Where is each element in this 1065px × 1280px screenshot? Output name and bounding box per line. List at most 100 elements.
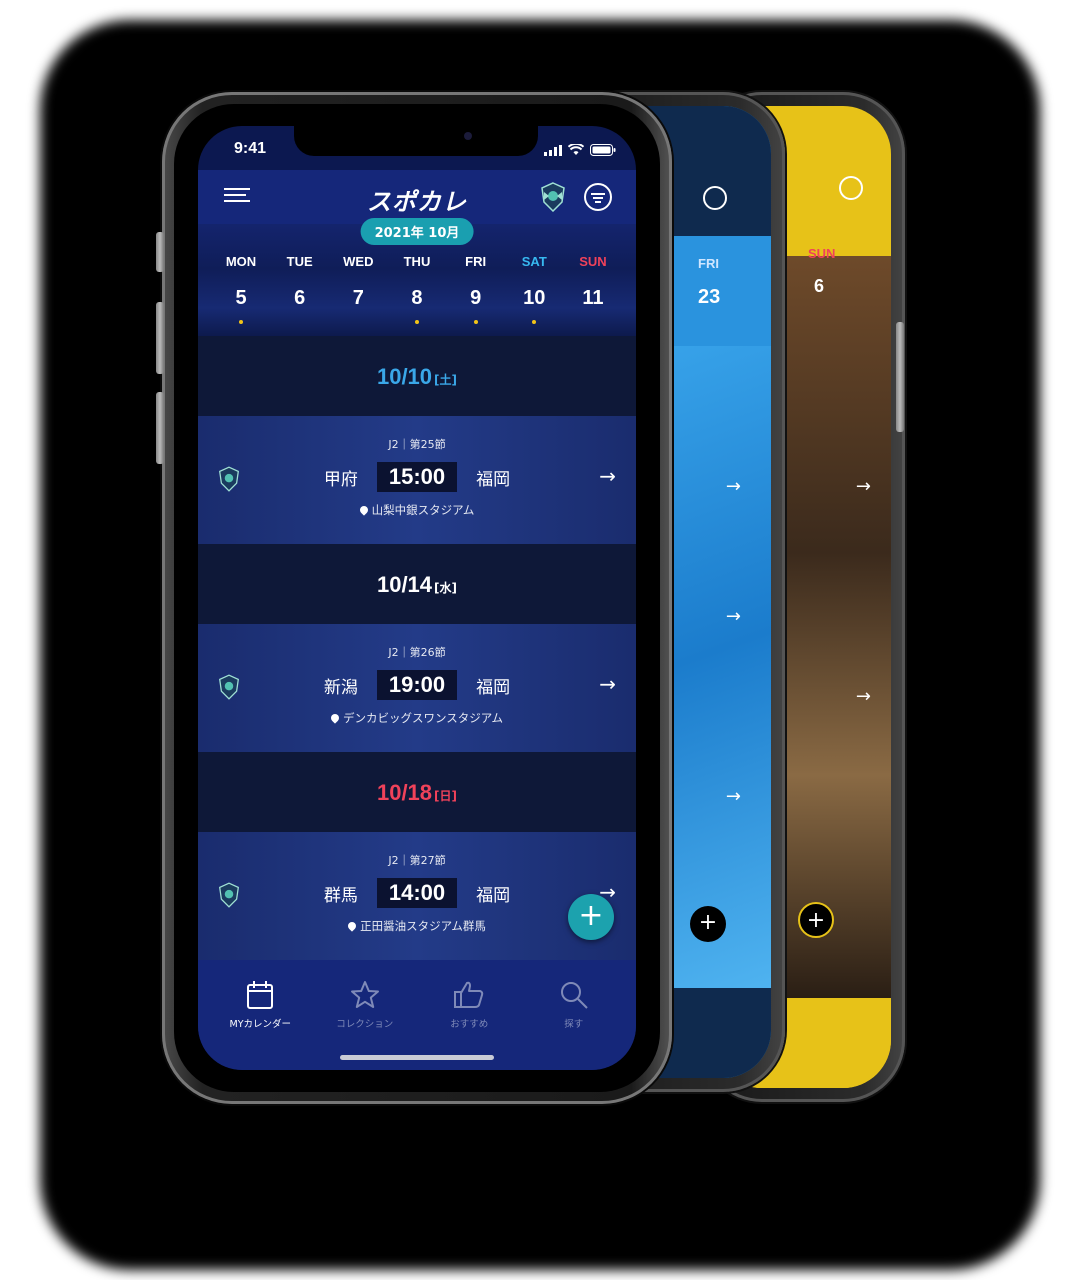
weekday-thu: THU: [403, 254, 431, 269]
tab-label: MYカレンダー: [229, 1019, 292, 1030]
date-cell[interactable]: 6: [275, 276, 325, 320]
add-button[interactable]: +: [690, 906, 726, 942]
phone-main: 9:41 スポカレ 2021年 10月 MON TUE WED THU FRI …: [156, 92, 672, 1104]
arrow-right-icon[interactable]: →: [726, 606, 741, 627]
app-logo: スポカレ: [367, 188, 467, 216]
arrow-right-icon[interactable]: →: [726, 476, 741, 497]
date-section-header: 10/18 [日]: [198, 752, 636, 832]
date-label: 23: [698, 286, 721, 308]
team-emblem-icon[interactable]: [540, 182, 566, 212]
event-dot: [532, 320, 537, 324]
wifi-icon: [568, 144, 584, 155]
home-team: 甲府: [323, 469, 358, 490]
tab-collection[interactable]: コレクション: [320, 978, 410, 1030]
weekday-sat: SAT: [521, 254, 547, 269]
tab-label: おすすめ: [450, 1019, 489, 1030]
venue-name: 山梨中銀スタジアム: [371, 503, 475, 517]
match-teams: 群馬 14:00 福岡: [198, 878, 636, 908]
kickoff-time: 15:00: [376, 462, 458, 492]
schedule-list: 10/10 [土] J2｜第25節 甲府 15:00 福岡 山梨中銀スタジアム →…: [198, 336, 636, 960]
volume-up-button: [156, 302, 164, 374]
star-icon: [350, 981, 379, 1008]
date-cell[interactable]: 7: [333, 276, 383, 320]
location-pin-icon: [346, 920, 358, 932]
home-team: 群馬: [323, 885, 358, 906]
event-dot: [239, 320, 243, 324]
tab-my-calendar[interactable]: MYカレンダー: [215, 978, 305, 1030]
weekday-label: SUN: [808, 246, 836, 261]
weekday-label: FRI: [698, 256, 719, 271]
volume-down-button: [156, 392, 164, 464]
status-time: 9:41: [234, 140, 267, 157]
search-icon: [560, 982, 588, 1009]
match-teams: 新潟 19:00 福岡: [198, 670, 636, 700]
section-weekday: [土]: [434, 373, 458, 387]
match-teams: 甲府 15:00 福岡: [198, 462, 636, 492]
calendar-icon: [247, 981, 274, 1009]
tab-label: 探す: [564, 1019, 584, 1030]
side-button: [896, 322, 904, 432]
weekday-fri: FRI: [465, 254, 487, 269]
front-camera: [464, 132, 472, 140]
date-number: 11: [582, 287, 604, 309]
date-number: 10: [523, 287, 546, 309]
match-row[interactable]: J2｜第27節 群馬 14:00 福岡 正田醤油スタジアム群馬 →: [198, 832, 636, 960]
match-row[interactable]: J2｜第26節 新潟 19:00 福岡 デンカビッグスワンスタジアム →: [198, 624, 636, 752]
kickoff-time: 19:00: [376, 670, 458, 700]
weekday-header: MON TUE WED THU FRI SAT SUN: [216, 254, 618, 269]
app-header: スポカレ: [198, 170, 636, 224]
tab-search[interactable]: 探す: [529, 978, 619, 1030]
date-cell-selected[interactable]: 8: [392, 276, 442, 324]
location-pin-icon: [329, 712, 341, 724]
kickoff-time: 14:00: [376, 878, 458, 908]
arrow-right-icon[interactable]: →: [726, 786, 741, 807]
section-weekday: [水]: [434, 581, 458, 595]
status-icons: [544, 144, 616, 156]
venue-name: 正田醤油スタジアム群馬: [360, 919, 486, 933]
venue: デンカビッグスワンスタジアム: [198, 710, 636, 726]
date-section-header: 10/14 [水]: [198, 544, 636, 624]
date-section-header: 10/10 [土]: [198, 336, 636, 416]
league-round: J2｜第25節: [388, 438, 446, 451]
tab-recommended[interactable]: おすすめ: [424, 978, 514, 1030]
arrow-right-icon[interactable]: →: [856, 476, 871, 497]
add-event-button[interactable]: +: [568, 894, 614, 940]
arrow-right-icon[interactable]: →: [856, 686, 871, 707]
date-cell[interactable]: 5: [216, 276, 266, 324]
venue: 山梨中銀スタジアム: [198, 502, 636, 518]
section-date: 10/18: [376, 780, 433, 805]
match-row[interactable]: J2｜第25節 甲府 15:00 福岡 山梨中銀スタジアム →: [198, 416, 636, 544]
date-cell[interactable]: 10: [509, 276, 559, 324]
date-number: 6: [294, 287, 306, 309]
filter-icon[interactable]: [703, 186, 727, 210]
battery-icon: [590, 144, 616, 156]
arrow-right-icon[interactable]: →: [599, 464, 616, 488]
location-pin-icon: [357, 504, 370, 516]
date-cell[interactable]: 9: [451, 276, 501, 324]
section-weekday: [日]: [434, 789, 458, 803]
weekday-sun: SUN: [579, 254, 607, 269]
filter-icon[interactable]: [584, 183, 612, 211]
date-cell[interactable]: 11: [568, 276, 618, 320]
away-team: 福岡: [476, 885, 511, 906]
venue-name: デンカビッグスワンスタジアム: [343, 711, 503, 725]
mute-switch: [156, 232, 164, 272]
section-date: 10/14: [376, 572, 433, 597]
away-team: 福岡: [476, 677, 511, 698]
weekday-mon: MON: [225, 254, 257, 269]
event-dot: [414, 320, 419, 324]
filter-icon[interactable]: [839, 176, 863, 200]
league-round: J2｜第26節: [388, 646, 446, 659]
phone-screen: 9:41 スポカレ 2021年 10月 MON TUE WED THU FRI …: [198, 126, 636, 1070]
home-team: 新潟: [323, 677, 358, 698]
home-indicator[interactable]: [340, 1055, 494, 1060]
arrow-right-icon[interactable]: →: [599, 672, 616, 696]
date-label: 6: [814, 276, 825, 296]
week-strip: 2021年 10月 MON TUE WED THU FRI SAT SUN 5 …: [198, 218, 636, 336]
add-button[interactable]: +: [798, 902, 834, 938]
notch: [294, 126, 538, 156]
date-row: 5 6 7 8 9 10 11: [216, 276, 618, 324]
month-label[interactable]: 2021年 10月: [360, 218, 474, 245]
date-number: 8: [411, 287, 423, 309]
date-number: 9: [470, 287, 482, 309]
